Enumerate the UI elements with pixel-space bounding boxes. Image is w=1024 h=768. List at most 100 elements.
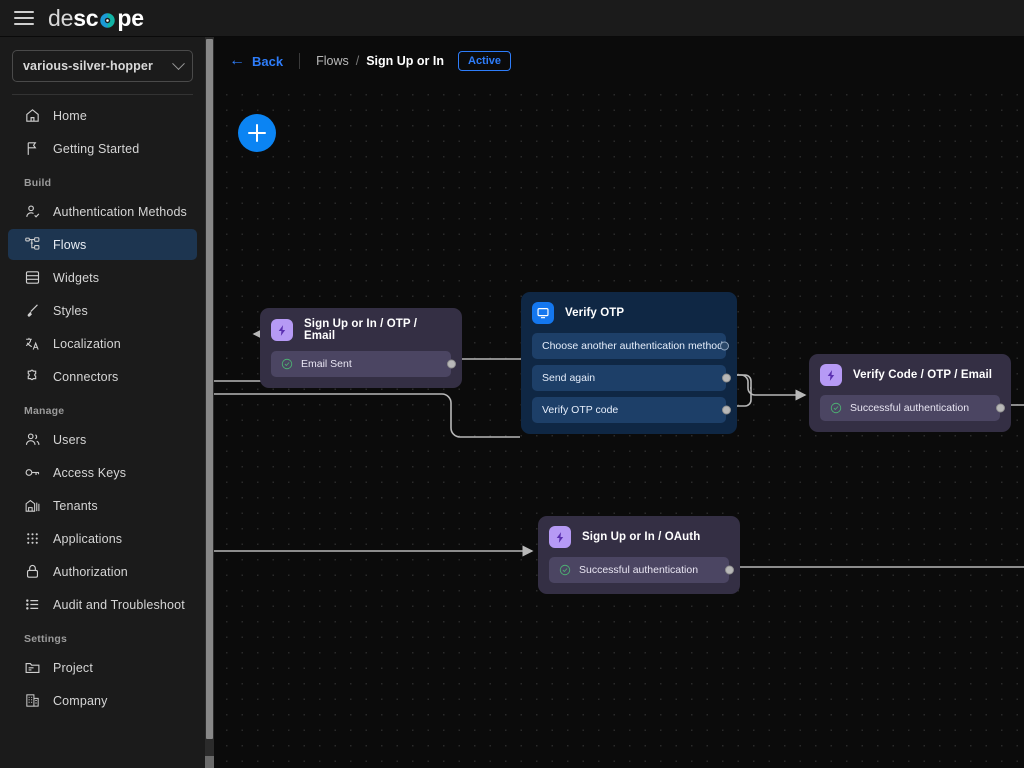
node-header: Sign Up or In / OAuth: [549, 526, 729, 548]
sidebar-item-label: Applications: [53, 532, 122, 546]
node-title: Verify OTP: [565, 307, 624, 319]
check-circle-icon: [559, 564, 571, 576]
chevron-down-icon: [172, 57, 185, 70]
sidebar-item-audit-and-troubleshoot[interactable]: Audit and Troubleshoot: [8, 589, 197, 620]
sidebar-group-label-build: Build: [0, 166, 205, 194]
node-output-port[interactable]: [722, 374, 731, 383]
node-row-send-again[interactable]: Send again: [532, 365, 726, 391]
node-row-label: Verify OTP code: [542, 404, 618, 416]
add-node-button[interactable]: [238, 114, 276, 152]
sidebar-item-label: Project: [53, 661, 93, 675]
breadcrumb-separator: /: [356, 54, 359, 68]
sidebar-item-access-keys[interactable]: Access Keys: [8, 457, 197, 488]
node-title: Verify Code / OTP / Email: [853, 369, 992, 381]
flow-node-verify-code-otp-email[interactable]: Verify Code / OTP / Email Successful aut…: [809, 354, 1011, 432]
main-content: ← Back Flows / Sign Up or In Active: [214, 37, 1024, 768]
node-output-port[interactable]: [725, 566, 734, 575]
sidebar-nav: Home Getting Started Build Authentication M…: [0, 100, 205, 716]
flow-canvas[interactable]: Sign Up or In / OTP / Email Email Sent: [214, 85, 1024, 768]
sidebar-item-label: Getting Started: [53, 142, 139, 156]
sidebar-item-localization[interactable]: Localization: [8, 328, 197, 359]
flow-node-signup-oauth[interactable]: Sign Up or In / OAuth Successful authent…: [538, 516, 740, 594]
sidebar-item-users[interactable]: Users: [8, 424, 197, 455]
breadcrumb-current: Sign Up or In: [366, 54, 444, 68]
sidebar-item-styles[interactable]: Styles: [8, 295, 197, 326]
sidebar-item-widgets[interactable]: Widgets: [8, 262, 197, 293]
sidebar-item-getting-started[interactable]: Getting Started: [8, 133, 197, 164]
node-row-successful-authentication[interactable]: Successful authentication: [549, 557, 729, 583]
sidebar-item-label: Tenants: [53, 499, 98, 513]
sidebar-item-tenants[interactable]: Tenants: [8, 490, 197, 521]
sidebar-item-project[interactable]: Project: [8, 652, 197, 683]
node-output-port[interactable]: [720, 342, 729, 351]
project-selector[interactable]: various-silver-hopper: [12, 50, 193, 82]
sidebar-item-label: Audit and Troubleshoot: [53, 598, 185, 612]
node-row-successful-authentication[interactable]: Successful authentication: [820, 395, 1000, 421]
node-row-label: Email Sent: [301, 358, 352, 370]
check-circle-icon: [281, 358, 293, 370]
sidebar-item-home[interactable]: Home: [8, 100, 197, 131]
sidebar-item-applications[interactable]: Applications: [8, 523, 197, 554]
lock-icon: [24, 563, 41, 580]
top-bar: desc pe: [0, 0, 1024, 37]
node-row-verify-otp-code[interactable]: Verify OTP code: [532, 397, 726, 423]
node-row-label: Successful authentication: [850, 402, 969, 414]
breadcrumb-parent-link[interactable]: Flows: [316, 54, 349, 68]
sidebar-item-authorization[interactable]: Authorization: [8, 556, 197, 587]
flow-nodes-icon: [24, 236, 41, 253]
back-button[interactable]: ← Back: [229, 53, 283, 69]
sidebar-item-connectors[interactable]: Connectors: [8, 361, 197, 392]
node-output-port[interactable]: [447, 360, 456, 369]
brush-icon: [24, 302, 41, 319]
sidebar-scrollbar[interactable]: [205, 37, 214, 768]
sidebar-scrollbar-down-button[interactable]: [205, 756, 214, 768]
node-header: Verify Code / OTP / Email: [820, 364, 1000, 386]
breadcrumb-bar: ← Back Flows / Sign Up or In Active: [214, 37, 1024, 85]
sidebar-scrollbar-thumb[interactable]: [206, 39, 213, 739]
sidebar-item-label: Styles: [53, 304, 88, 318]
logo-text-sc: sc: [73, 7, 98, 30]
sidebar-item-company[interactable]: Company: [8, 685, 197, 716]
widgets-icon: [24, 269, 41, 286]
flow-node-signup-otp-email[interactable]: Sign Up or In / OTP / Email Email Sent: [260, 308, 462, 388]
user-check-icon: [24, 203, 41, 220]
bolt-icon: [549, 526, 571, 548]
check-circle-icon: [830, 402, 842, 414]
node-row-email-sent[interactable]: Email Sent: [271, 351, 451, 377]
flow-node-verify-otp[interactable]: Verify OTP Choose another authentication…: [521, 292, 737, 434]
sidebar-group-label-manage: Manage: [0, 394, 205, 422]
sidebar-item-label: Connectors: [53, 370, 118, 384]
back-button-label: Back: [252, 54, 283, 69]
sidebar-item-label: Company: [53, 694, 108, 708]
node-row-label: Successful authentication: [579, 564, 698, 576]
bolt-icon: [271, 319, 293, 341]
breadcrumb-vertical-separator: [299, 53, 300, 69]
home-icon: [24, 107, 41, 124]
status-badge[interactable]: Active: [458, 51, 511, 71]
project-selector-label: various-silver-hopper: [23, 59, 153, 73]
descope-logo: desc pe: [48, 7, 144, 30]
sidebar-item-label: Widgets: [53, 271, 99, 285]
sidebar: various-silver-hopper Home Getting Starte…: [0, 37, 205, 768]
sidebar-item-label: Users: [53, 433, 86, 447]
sidebar-item-label: Authentication Methods: [53, 205, 187, 219]
screen-icon: [532, 302, 554, 324]
grid-dots-icon: [24, 530, 41, 547]
node-output-port[interactable]: [722, 406, 731, 415]
building-icon: [24, 497, 41, 514]
flag-icon: [24, 140, 41, 157]
sidebar-item-flows[interactable]: Flows: [8, 229, 197, 260]
users-icon: [24, 431, 41, 448]
hamburger-icon[interactable]: [14, 11, 34, 25]
sidebar-item-label: Access Keys: [53, 466, 126, 480]
node-header: Sign Up or In / OTP / Email: [271, 318, 451, 342]
node-title: Sign Up or In / OAuth: [582, 531, 700, 543]
sidebar-group-label-settings: Settings: [0, 622, 205, 650]
node-row-choose-another-method[interactable]: Choose another authentication method: [532, 333, 726, 359]
company-icon: [24, 692, 41, 709]
sidebar-item-label: Authorization: [53, 565, 128, 579]
key-icon: [24, 464, 41, 481]
node-output-port[interactable]: [996, 404, 1005, 413]
list-icon: [24, 596, 41, 613]
sidebar-item-authentication-methods[interactable]: Authentication Methods: [8, 196, 197, 227]
